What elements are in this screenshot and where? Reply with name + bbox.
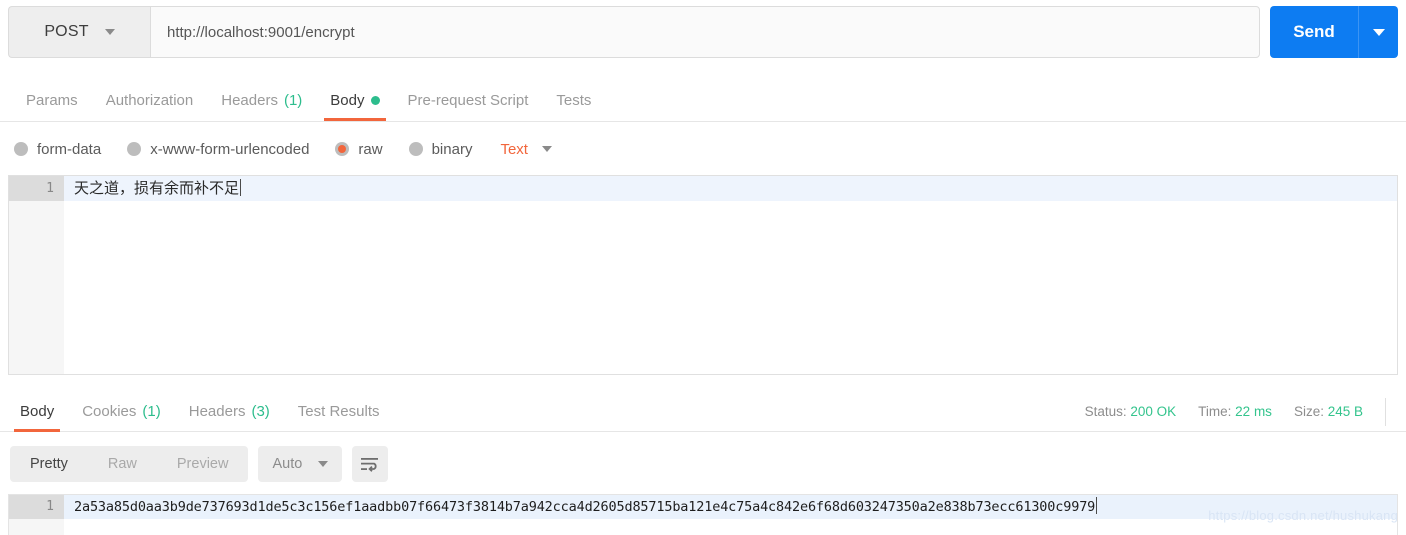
response-editor-empty-area[interactable] — [9, 519, 1397, 535]
request-url-bar: POST http://localhost:9001/encrypt Send — [8, 6, 1398, 58]
tab-label: Cookies — [82, 403, 137, 420]
response-tab-test-results[interactable]: Test Results — [284, 391, 394, 432]
line-number: 1 — [9, 176, 64, 201]
tab-count: (1) — [283, 92, 303, 109]
word-wrap-toggle-button[interactable] — [352, 446, 389, 482]
size-badge: Size: 245 B — [1294, 404, 1363, 419]
response-format-select[interactable]: Auto — [258, 446, 343, 482]
response-format-label: Auto — [272, 456, 303, 472]
url-input[interactable]: http://localhost:9001/encrypt — [150, 6, 1260, 58]
gutter-empty — [9, 519, 64, 535]
tab-label: Test Results — [297, 403, 380, 420]
status-badge: Status: 200 OK — [1085, 404, 1177, 419]
chevron-down-icon — [541, 146, 552, 152]
word-wrap-icon — [361, 458, 379, 472]
postman-window: POST http://localhost:9001/encrypt Send … — [0, 0, 1406, 535]
tab-count: (3) — [251, 403, 270, 420]
response-editor-line: 1 2a53a85d0aa3b9de737693d1de5c3c156ef1aa… — [9, 495, 1397, 519]
editor-empty-area[interactable] — [9, 201, 1397, 374]
chevron-down-icon — [318, 461, 329, 467]
radio-form-data[interactable]: form-data — [14, 141, 101, 158]
send-button[interactable]: Send — [1270, 6, 1358, 58]
gutter-empty — [9, 201, 64, 374]
divider — [1385, 397, 1386, 426]
tab-tests[interactable]: Tests — [542, 80, 605, 121]
request-body-text[interactable]: 天之道，损有余而补不足 — [64, 176, 1397, 201]
line-number: 1 — [9, 495, 64, 519]
request-body-value: 天之道，损有余而补不足 — [74, 179, 240, 197]
body-type-radio-group: form-data x-www-form-urlencoded raw bina… — [0, 130, 1406, 168]
response-body-value: 2a53a85d0aa3b9de737693d1de5c3c156ef1aadb… — [74, 499, 1096, 515]
text-cursor — [1096, 497, 1098, 514]
time-label: Time: — [1198, 404, 1232, 419]
raw-format-label: Text — [500, 140, 528, 158]
tab-label: Headers — [188, 403, 246, 420]
response-tab-headers[interactable]: Headers (3) — [175, 391, 284, 432]
tab-label: Headers — [221, 92, 278, 109]
radio-raw[interactable]: raw — [335, 140, 383, 158]
radio-selected-icon — [335, 142, 350, 156]
radio-label: binary — [431, 140, 473, 158]
radio-icon — [408, 142, 423, 156]
raw-format-select[interactable]: Text — [500, 141, 552, 158]
send-button-group: Send — [1270, 6, 1398, 58]
http-method-label: POST — [44, 23, 89, 40]
radio-binary[interactable]: binary — [408, 140, 473, 158]
response-tab-cookies[interactable]: Cookies (1) — [68, 391, 175, 432]
editor-line: 1 天之道，损有余而补不足 — [9, 176, 1397, 201]
tab-params[interactable]: Params — [12, 80, 92, 121]
tab-label: Params — [26, 92, 78, 109]
url-text: http://localhost:9001/encrypt — [167, 23, 355, 41]
view-mode-pretty[interactable]: Pretty — [10, 446, 88, 482]
request-tabs: Params Authorization Headers (1) Body Pr… — [0, 80, 1406, 122]
request-body-editor[interactable]: 1 天之道，损有余而补不足 — [8, 175, 1398, 375]
body-present-dot-icon — [370, 96, 380, 105]
radio-label: form-data — [37, 140, 102, 158]
chevron-down-icon — [104, 29, 115, 35]
response-view-mode-group: Pretty Raw Preview — [10, 446, 249, 482]
editor-empty-body[interactable] — [64, 201, 1397, 374]
status-value: 200 OK — [1130, 404, 1177, 419]
response-meta: Status: 200 OK Time: 22 ms Size: 245 B — [1085, 391, 1398, 432]
tab-pre-request-script[interactable]: Pre-request Script — [394, 80, 543, 121]
tab-label: Body — [330, 92, 365, 109]
response-toolbar: Pretty Raw Preview Auto — [10, 446, 389, 482]
chevron-down-icon — [1372, 28, 1385, 36]
time-badge: Time: 22 ms — [1198, 404, 1272, 419]
response-empty-body[interactable] — [64, 519, 1397, 535]
radio-icon — [127, 142, 142, 156]
tab-headers[interactable]: Headers (1) — [207, 80, 316, 121]
send-options-button[interactable] — [1358, 6, 1398, 58]
size-value: 245 B — [1327, 404, 1363, 419]
tab-label: Tests — [556, 92, 592, 109]
view-mode-preview[interactable]: Preview — [157, 446, 249, 482]
response-body-text[interactable]: 2a53a85d0aa3b9de737693d1de5c3c156ef1aadb… — [64, 495, 1397, 519]
tab-label: Authorization — [105, 92, 194, 109]
radio-label: raw — [358, 140, 383, 158]
http-method-select[interactable]: POST — [8, 6, 150, 58]
response-body-editor[interactable]: 1 2a53a85d0aa3b9de737693d1de5c3c156ef1aa… — [8, 494, 1398, 535]
tab-count: (1) — [142, 403, 161, 420]
tab-label: Body — [20, 403, 55, 420]
radio-icon — [14, 142, 28, 156]
radio-label: x-www-form-urlencoded — [150, 140, 310, 158]
response-tab-body[interactable]: Body — [6, 391, 68, 432]
size-label: Size: — [1293, 404, 1324, 419]
radio-x-www-form-urlencoded[interactable]: x-www-form-urlencoded — [127, 141, 309, 158]
status-label: Status: — [1084, 404, 1127, 419]
tab-authorization[interactable]: Authorization — [92, 80, 208, 121]
view-mode-raw[interactable]: Raw — [88, 446, 157, 482]
time-value: 22 ms — [1235, 404, 1272, 419]
text-cursor — [240, 179, 242, 196]
tab-body[interactable]: Body — [316, 80, 393, 121]
tab-label: Pre-request Script — [407, 92, 529, 109]
